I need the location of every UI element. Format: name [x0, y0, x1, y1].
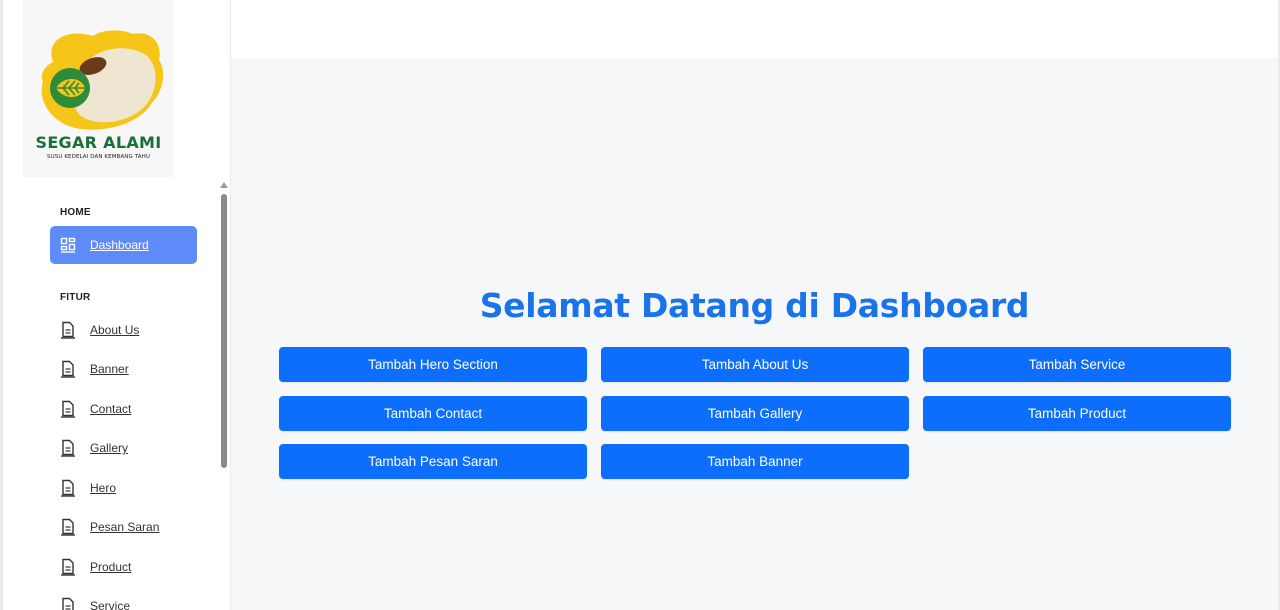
document-icon: [59, 518, 77, 536]
sidebar-scrollbar[interactable]: [218, 180, 230, 610]
sidebar-item-hero[interactable]: Hero: [50, 469, 197, 507]
scrollbar-thumb[interactable]: [221, 194, 227, 468]
sidebar-item-banner[interactable]: Banner: [50, 350, 197, 388]
add-contact-button[interactable]: Tambah Contact: [279, 396, 587, 431]
document-icon: [59, 321, 77, 339]
document-icon: [59, 360, 77, 378]
sidebar-item-label: Dashboard: [90, 238, 149, 252]
sidebar-item-dashboard[interactable]: Dashboard: [50, 226, 197, 264]
dashboard-grid-icon: [59, 236, 77, 254]
sidebar-item-label: Hero: [90, 481, 117, 495]
section-label-home: HOME: [60, 207, 91, 218]
add-gallery-button[interactable]: Tambah Gallery: [601, 396, 909, 431]
sidebar-item-service[interactable]: Service: [50, 587, 197, 610]
sidebar-item-contact[interactable]: Contact: [50, 390, 197, 428]
sidebar-item-label: Service: [90, 599, 131, 610]
sidebar-item-pesan-saran[interactable]: Pesan Saran: [50, 508, 197, 546]
sidebar-item-label: Product: [90, 560, 132, 574]
brand-name: SEGAR ALAMI: [35, 133, 162, 152]
add-pesan-saran-button[interactable]: Tambah Pesan Saran: [279, 444, 587, 479]
add-banner-button[interactable]: Tambah Banner: [601, 444, 909, 479]
document-icon: [59, 479, 77, 497]
sidebar-item-label: Gallery: [90, 441, 129, 455]
add-product-button[interactable]: Tambah Product: [923, 396, 1231, 431]
sidebar-item-label: Contact: [90, 402, 132, 416]
brand-logo[interactable]: SEGAR ALAMI SUSU KEDELAI DAN KEMBANG TAH…: [23, 0, 174, 177]
sidebar-item-label: Pesan Saran: [90, 520, 160, 534]
sidebar: SEGAR ALAMI SUSU KEDELAI DAN KEMBANG TAH…: [3, 0, 231, 610]
sidebar-nav: HOME Dashboard FITUR About Us Banner Con…: [3, 180, 218, 610]
document-icon: [59, 439, 77, 457]
sidebar-item-label: Banner: [90, 362, 129, 376]
top-bar: [231, 0, 1278, 58]
section-label-fitur: FITUR: [60, 292, 91, 303]
document-icon: [59, 558, 77, 576]
add-hero-section-button[interactable]: Tambah Hero Section: [279, 347, 587, 382]
sidebar-item-gallery[interactable]: Gallery: [50, 429, 197, 467]
main-content: Selamat Datang di Dashboard Tambah Hero …: [231, 58, 1278, 610]
scroll-up-arrow-icon[interactable]: [220, 182, 228, 188]
add-about-us-button[interactable]: Tambah About Us: [601, 347, 909, 382]
brand-tagline: SUSU KEDELAI DAN KEMBANG TAHU: [47, 154, 150, 160]
document-icon: [59, 400, 77, 418]
page-title: Selamat Datang di Dashboard: [479, 286, 1030, 325]
add-service-button[interactable]: Tambah Service: [923, 347, 1231, 382]
sidebar-item-product[interactable]: Product: [50, 548, 197, 586]
sidebar-item-label: About Us: [90, 323, 140, 337]
sidebar-item-about-us[interactable]: About Us: [50, 311, 197, 349]
document-icon: [59, 597, 77, 610]
